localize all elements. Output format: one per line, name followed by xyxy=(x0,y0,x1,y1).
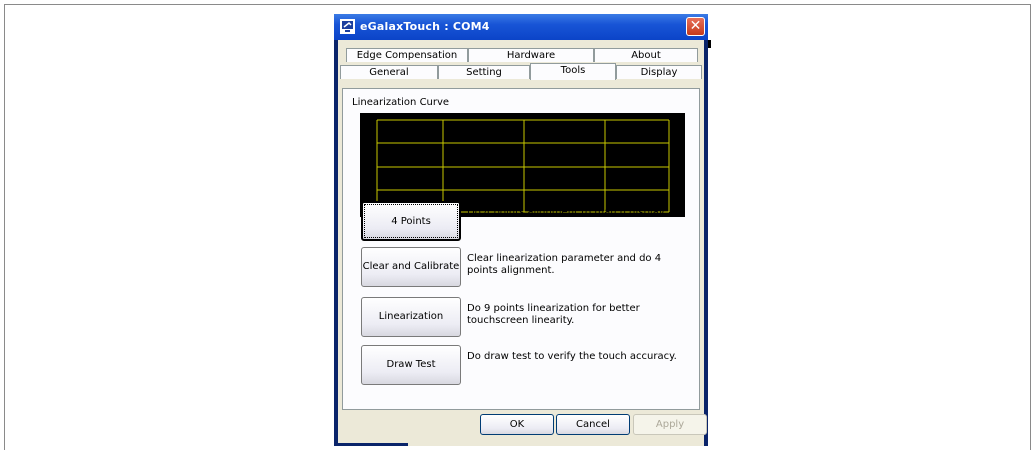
tab-about[interactable]: About xyxy=(594,48,698,62)
tab-label: Hardware xyxy=(506,50,556,61)
four-points-description: Do 4 points alignment to match display. xyxy=(467,207,667,218)
app-icon xyxy=(340,19,355,34)
close-button[interactable]: ✕ xyxy=(686,17,705,36)
tab-general[interactable]: General xyxy=(340,65,438,79)
linearization-curve-label: Linearization Curve xyxy=(352,97,450,108)
tab-label: Tools xyxy=(560,65,586,76)
draw-test-button[interactable]: Draw Test xyxy=(361,345,461,385)
button-label: Linearization xyxy=(378,311,444,322)
tools-panel: Linearization Curve 4 Points Calibration… xyxy=(342,88,700,410)
clear-calibrate-description: Clear linearization parameter and do 4 p… xyxy=(467,253,662,276)
tab-setting[interactable]: Setting xyxy=(438,65,530,79)
close-icon: ✕ xyxy=(689,18,702,34)
grid-lines xyxy=(376,119,670,213)
clear-and-calibrate-button[interactable]: Clear and Calibrate xyxy=(361,247,461,287)
button-label: Clear and Calibrate xyxy=(362,261,460,272)
window-title: eGalaxTouch : COM4 xyxy=(360,20,490,33)
apply-button[interactable]: Apply xyxy=(633,414,707,435)
tab-label: Display xyxy=(640,67,678,78)
tab-edge-compensation[interactable]: Edge Compensation xyxy=(346,48,468,62)
tab-label: About xyxy=(631,50,661,61)
four-points-calibration-button[interactable]: 4 Points Calibration xyxy=(361,201,461,265)
button-label: Cancel xyxy=(576,419,610,430)
title-bar[interactable]: eGalaxTouch : COM4 ✕ xyxy=(334,14,708,40)
tab-row-front: General Setting Tools Display xyxy=(340,63,702,80)
tab-label: Setting xyxy=(466,67,502,78)
dialog-client-area: Edge Compensation Hardware About General… xyxy=(338,40,707,446)
button-label: Draw Test xyxy=(386,359,436,370)
egalax-dialog: eGalaxTouch : COM4 ✕ Edge Compensation H… xyxy=(334,14,708,446)
tab-hardware[interactable]: Hardware xyxy=(468,48,594,62)
tab-label: Edge Compensation xyxy=(356,50,458,61)
linearization-button[interactable]: Linearization xyxy=(361,297,461,337)
linearization-description: Do 9 points linearization for better tou… xyxy=(467,303,640,326)
tab-tools[interactable]: Tools xyxy=(530,63,616,80)
cursor-fragment xyxy=(708,40,711,48)
cancel-button[interactable]: Cancel xyxy=(556,414,630,435)
tab-row-back: Edge Compensation Hardware About xyxy=(344,48,698,63)
button-label: Apply xyxy=(655,419,685,430)
button-label: OK xyxy=(509,419,525,430)
tab-display[interactable]: Display xyxy=(616,65,702,79)
draw-test-description: Do draw test to verify the touch accurac… xyxy=(467,351,677,362)
tab-label: General xyxy=(369,67,409,78)
ok-button[interactable]: OK xyxy=(480,414,554,435)
